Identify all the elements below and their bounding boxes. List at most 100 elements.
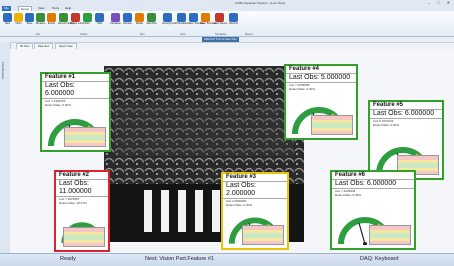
- group-label-run: Run: [140, 33, 145, 36]
- lead: [178, 190, 186, 232]
- defect-rate: Defect Rate: 18.47%: [59, 201, 87, 205]
- feature-title: Feature #4: [289, 66, 320, 72]
- ribbon-icon: [201, 13, 210, 22]
- ribbon-icon: [83, 13, 92, 22]
- ribbon-icon: [3, 13, 12, 22]
- ribbon-button-label: Viewing Grid: [162, 22, 177, 25]
- feature-panel[interactable]: Feature #3 Last Obs: 2.000000 Cal: 2.05000…: [221, 172, 289, 250]
- ribbon-button-9[interactable]: Hardware: [110, 13, 121, 31]
- close-button[interactable]: ✕: [447, 0, 450, 5]
- ribbon-button-label: New: [4, 22, 10, 25]
- maximize-button[interactable]: □: [437, 0, 439, 5]
- defect-rate: Defect Rate: 0.00%: [335, 193, 362, 197]
- group-label-file: File: [36, 33, 41, 36]
- trend-chart: [63, 227, 105, 247]
- status-daq: DAQ: Keyboard: [360, 256, 399, 262]
- lead: [212, 190, 220, 232]
- last-observation: Last Obs: 11.000000: [56, 179, 108, 197]
- ribbon-button-label: Rotate: [135, 22, 144, 25]
- ribbon-icon: [147, 13, 156, 22]
- ribbon-button-16[interactable]: Save Template: [200, 13, 217, 31]
- ribbon-button-13[interactable]: Viewing Grid: [162, 13, 177, 31]
- ribbon-icon: [59, 13, 68, 22]
- ribbon-button-label: Refresh: [123, 22, 132, 25]
- ribbon-icon: [229, 13, 238, 22]
- ribbon-icon: [111, 13, 120, 22]
- ribbon-button-4[interactable]: Export: [46, 13, 57, 31]
- trend-chart: [369, 225, 411, 245]
- defect-rate: Defect Rate: 0.00%: [45, 103, 72, 107]
- minimize-button[interactable]: –: [428, 0, 430, 5]
- ribbon-button-6[interactable]: Delete Library: [70, 13, 86, 31]
- defect-rate: Defect Rate: 0.00%: [289, 87, 316, 91]
- last-observation: Last Obs: 2.000000: [223, 181, 287, 199]
- ribbon-button-label: Delete Library: [70, 22, 86, 25]
- ribbon-icon: [189, 13, 198, 22]
- feature-panel[interactable]: Feature #1 Last Obs: 6.000000 Cal: 7.23931…: [40, 72, 111, 152]
- status-next-feature: Next: Vision Part.Feature #1: [145, 256, 214, 262]
- ribbon-icon: [163, 13, 172, 22]
- ribbon-button-8[interactable]: Hold: [94, 13, 105, 31]
- ribbon-button-7[interactable]: Part: [82, 13, 93, 31]
- feature-title: Feature #2: [59, 172, 90, 178]
- trend-chart: [242, 225, 284, 245]
- ribbon-button-14[interactable]: Translation: [176, 13, 189, 31]
- ribbon-icon: [47, 13, 56, 22]
- group-label-library: Library: [80, 33, 88, 36]
- ribbon-button-label: Rename: [35, 22, 46, 25]
- ribbon-icon: [177, 13, 186, 22]
- ribbon-button-12[interactable]: Start Run: [146, 13, 157, 31]
- ribbon-icon: [25, 13, 34, 22]
- lead: [195, 190, 203, 232]
- lead: [144, 190, 152, 232]
- ribbon-button-label: Translation: [176, 22, 189, 25]
- ribbon-button-2[interactable]: Save: [24, 13, 35, 31]
- ribbon-button-11[interactable]: Rotate: [134, 13, 145, 31]
- feature-title: Feature #3: [226, 174, 257, 180]
- ribbon-button-17[interactable]: Auto Report: [214, 13, 228, 31]
- feature-panel[interactable]: Feature #6 Last Obs: 6.000000 Cal: 7.22258…: [330, 170, 416, 250]
- ribbon-button-label: Recent Library: [58, 22, 75, 25]
- last-observation: Last Obs: 5.000000: [286, 73, 356, 83]
- ribbon-icon: [135, 13, 144, 22]
- feature-title: Feature #1: [45, 74, 76, 80]
- ribbon-button-1[interactable]: Open: [13, 13, 24, 31]
- ribbon-icon: [95, 13, 104, 22]
- ribbon-icon: [71, 13, 80, 22]
- ribbon-button-label: Hold: [96, 22, 103, 25]
- ribbon-button-label: Export: [47, 22, 56, 25]
- feature-panel[interactable]: Feature #2 Last Obs: 11.000000 Cal: 7.3975…: [54, 170, 110, 252]
- ribbon-button-15[interactable]: Save Template: [188, 13, 205, 31]
- feature-panel[interactable]: Feature #4 Last Obs: 5.000000 Cal: 7.20936…: [284, 64, 358, 140]
- feature-title: Feature #5: [373, 102, 404, 108]
- part-browser-label: Part Browser: [1, 62, 5, 80]
- status-ready: Ready: [60, 256, 76, 262]
- ribbon-button-label: Save Template: [200, 22, 217, 25]
- document-path: 20221017 3:45:11 Vision Part: [202, 37, 239, 42]
- lead: [161, 190, 169, 232]
- trend-chart: [64, 127, 106, 147]
- ribbon-button-label: Auto Report: [214, 22, 228, 25]
- ribbon-button-label: Save Template: [188, 22, 205, 25]
- ribbon-button-label: Open: [15, 22, 22, 25]
- ribbon-button-18[interactable]: Reports: [228, 13, 239, 31]
- ribbon-button-3[interactable]: Rename: [35, 13, 46, 31]
- ribbon-icon: [14, 13, 23, 22]
- ribbon-button-5[interactable]: Recent Library: [58, 13, 75, 31]
- trend-chart: [311, 115, 353, 135]
- group-label-view: View: [180, 33, 186, 36]
- feature-title: Feature #6: [335, 172, 366, 178]
- ribbon-button-0[interactable]: New: [2, 13, 13, 31]
- ribbon-button-10[interactable]: Refresh: [122, 13, 133, 31]
- ribbon-button-label: Part: [85, 22, 90, 25]
- group-label-templates: Templates: [215, 33, 227, 36]
- ribbon-button-label: Hardware: [110, 22, 121, 25]
- feature-panel[interactable]: Feature #5 Last Obs: 6.000000 Cal: 6.76722…: [368, 100, 444, 180]
- defect-rate: Defect Rate: 0.00%: [226, 203, 253, 207]
- group-label-report: Report: [245, 33, 253, 36]
- last-observation: Last Obs: 6.000000: [332, 179, 414, 189]
- last-observation: Last Obs: 6.000000: [370, 109, 442, 119]
- ribbon-icon: [36, 13, 45, 22]
- last-observation: Last Obs: 6.000000: [42, 81, 109, 99]
- defect-rate: Defect Rate: 0.00%: [373, 123, 400, 127]
